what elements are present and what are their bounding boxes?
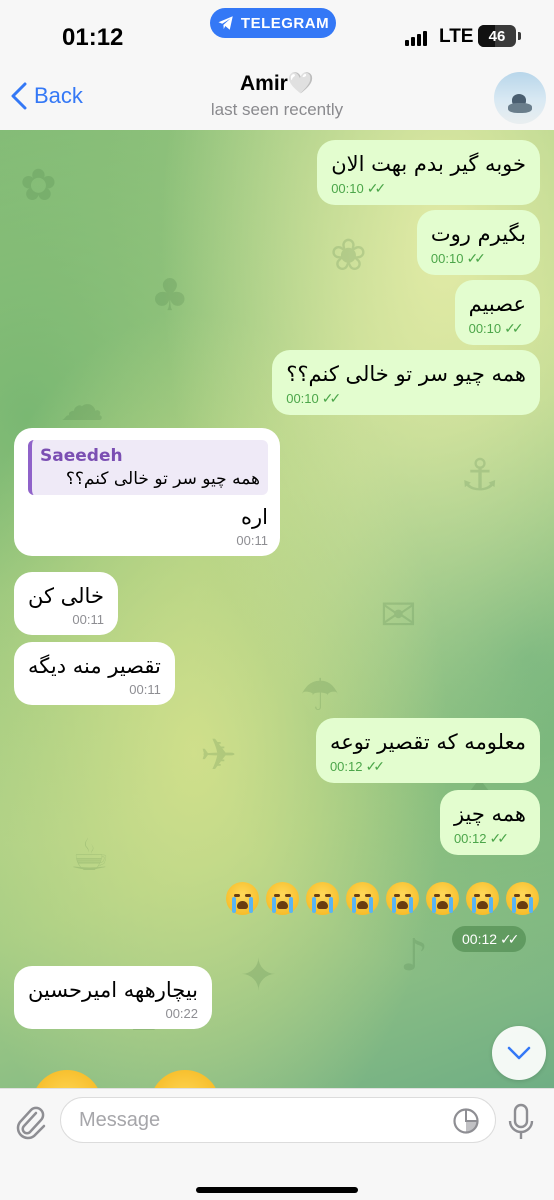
battery-level: 46 (488, 27, 506, 45)
reply-quoted-text: همه چیو سر تو خالی کنم؟؟ (65, 469, 260, 489)
doodle-icon: ⚓ (460, 450, 500, 501)
chevron-down-icon (507, 1046, 531, 1060)
doodle-icon: ✈ (200, 730, 237, 781)
scroll-to-bottom-button[interactable] (492, 1026, 546, 1080)
battery-icon: 46 (478, 25, 516, 47)
loudly-crying-face-icon (266, 882, 299, 915)
paperclip-icon[interactable] (12, 1103, 48, 1143)
signal-icon (405, 30, 427, 46)
outgoing-message[interactable]: بگیرم روت 00:10 ✓✓ (416, 210, 540, 275)
message-text: همه چیو سر تو خالی کنم؟؟ (286, 362, 526, 386)
loudly-crying-face-icon (346, 882, 379, 915)
message-text: خالی کن (28, 584, 104, 608)
message-text: معلومه که تقصیر توعه (329, 730, 526, 754)
double-check-icon: ✓✓ (365, 758, 385, 774)
telegram-pill[interactable]: TELEGRAM (210, 8, 336, 38)
message-input[interactable] (60, 1097, 496, 1143)
message-time: 00:22 (165, 1006, 199, 1021)
message-text: اره (241, 505, 268, 529)
message-time: 00:10 (286, 391, 319, 406)
chevron-left-icon (11, 82, 27, 110)
battery-nub (518, 32, 521, 40)
doodle-icon: ♪ (400, 930, 429, 981)
message-text: تقصیر منه دیگه (28, 654, 161, 678)
emoji-message-time: 00:12 ✓✓ (452, 926, 526, 952)
doodle-icon: ✉ (380, 590, 417, 641)
loudly-crying-face-icon (466, 882, 499, 915)
last-seen-status: last seen recently (210, 100, 344, 119)
status-bar: 01:12 TELEGRAM LTE 46 (0, 0, 554, 62)
double-check-icon: ✓✓ (321, 390, 342, 406)
chat-title-area[interactable]: Amir🤍 last seen recently (150, 72, 404, 120)
doodle-icon: ☕ (70, 830, 110, 881)
reply-sender-name: Saeedeh (40, 446, 123, 466)
doodle-icon: ❀ (330, 230, 367, 281)
doodle-icon: ✿ (20, 160, 57, 211)
incoming-reply-message[interactable]: Saeedeh همه چیو سر تو خالی کنم؟؟ اره 00:… (14, 428, 280, 556)
message-time: 00:10 (331, 181, 364, 196)
home-indicator (196, 1187, 358, 1193)
reply-quote[interactable]: Saeedeh همه چیو سر تو خالی کنم؟؟ (28, 440, 268, 495)
microphone-icon[interactable] (506, 1103, 536, 1141)
message-text: خوبه گیر بدم بهت الان (331, 152, 526, 176)
double-check-icon: ✓✓ (366, 180, 387, 196)
loudly-crying-face-icon (426, 882, 459, 915)
emoji-message[interactable] (226, 882, 539, 915)
chat-title: Amir🤍 (240, 72, 314, 95)
chat-header: Back Amir🤍 last seen recently (0, 62, 554, 130)
message-time: 00:12 (462, 931, 498, 947)
message-input-bar (0, 1088, 554, 1200)
double-check-icon: ✓✓ (500, 930, 520, 947)
outgoing-message[interactable]: معلومه که تقصیر توعه 00:12 ✓✓ (315, 718, 540, 783)
doodle-icon: ♣ (150, 270, 190, 321)
outgoing-message[interactable]: همه چیز 00:12 ✓✓ (439, 790, 540, 855)
sticker-icon[interactable] (452, 1107, 480, 1135)
incoming-message[interactable]: خالی کن 00:11 (14, 572, 118, 635)
message-time: 00:10 (468, 321, 502, 336)
message-text: بگیرم روت (430, 222, 526, 246)
double-check-icon: ✓✓ (504, 320, 524, 336)
clock: 01:12 (62, 24, 124, 51)
message-time: 00:12 (329, 759, 363, 774)
message-time: 00:11 (236, 533, 268, 548)
outgoing-message[interactable]: همه چیو سر تو خالی کنم؟؟ 00:10 ✓✓ (272, 350, 540, 415)
loudly-crying-face-icon (306, 882, 339, 915)
incoming-message[interactable]: تقصیر منه دیگه 00:11 (14, 642, 175, 705)
avatar-figure-base (508, 103, 532, 113)
outgoing-message[interactable]: عصبیم 00:10 ✓✓ (454, 280, 540, 345)
doodle-icon: ✦ (240, 950, 277, 1001)
telegram-pill-label: TELEGRAM (240, 14, 330, 32)
avatar[interactable] (494, 72, 546, 124)
message-time: 00:12 (453, 831, 487, 846)
doodle-icon: ☁ (60, 380, 104, 431)
network-label: LTE (439, 26, 474, 47)
message-text: بیچارههه امیرحسین (28, 978, 199, 1002)
message-time: 00:11 (72, 612, 104, 627)
double-check-icon: ✓✓ (489, 830, 509, 846)
back-label: Back (34, 83, 83, 108)
loudly-crying-face-icon (506, 882, 539, 915)
double-check-icon: ✓✓ (466, 250, 486, 266)
loudly-crying-face-icon (226, 882, 259, 915)
doodle-icon: ☂ (300, 670, 340, 721)
back-button[interactable]: Back (10, 82, 83, 110)
message-text: همه چیز (453, 802, 526, 826)
outgoing-message[interactable]: خوبه گیر بدم بهت الان 00:10 ✓✓ (317, 140, 540, 205)
incoming-message[interactable]: بیچارههه امیرحسین 00:22 (14, 966, 213, 1029)
loudly-crying-face-icon (386, 882, 419, 915)
message-text: عصبیم (468, 292, 526, 316)
message-time: 00:11 (129, 682, 161, 697)
telegram-icon (218, 16, 233, 30)
message-time: 00:10 (430, 251, 464, 266)
